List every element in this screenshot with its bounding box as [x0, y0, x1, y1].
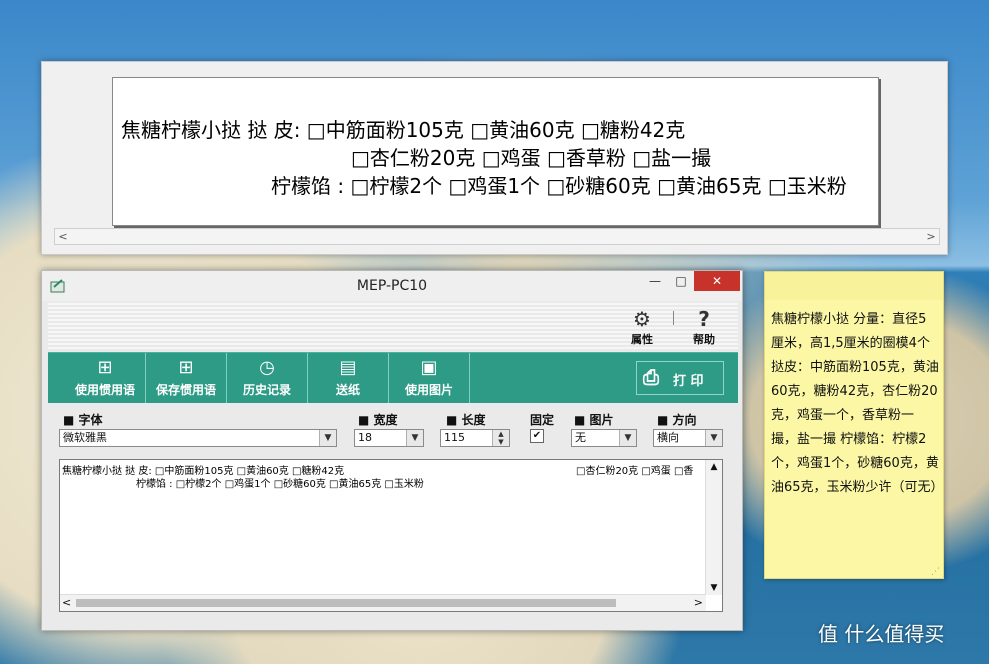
direction-value: 横向	[657, 431, 679, 444]
minimize-button[interactable]: —	[642, 271, 668, 291]
resize-grip-icon[interactable]: ⋰	[931, 567, 940, 577]
history-button[interactable]: ◷ 历史记录	[227, 353, 308, 403]
direction-label: ■ 方向	[657, 413, 697, 427]
scroll-right-icon[interactable]: >	[923, 229, 939, 244]
length-value: 115	[444, 431, 465, 444]
print-label: 打 印	[673, 374, 704, 389]
text-editor[interactable]: 焦糖柠檬小挞 挞 皮: □中筋面粉105克 □黄油60克 □糖粉42克 □杏仁粉…	[59, 459, 723, 612]
sticky-note[interactable]: 焦糖柠檬小挞 分量：直径5厘米，高1,5厘米的圈模4个 挞皮：中筋面粉105克，…	[764, 271, 944, 579]
preview-window: 焦糖柠檬小挞 挞 皮: □中筋面粉105克 □黄油60克 □糖粉42克 □杏仁粉…	[41, 61, 948, 255]
sticky-note-text: 焦糖柠檬小挞 分量：直径5厘米，高1,5厘米的圈模4个 挞皮：中筋面粉105克，…	[771, 312, 944, 495]
properties-label: 属性	[631, 333, 653, 346]
phrase-icon: ⊞	[97, 357, 113, 378]
help-label: 帮助	[693, 333, 715, 346]
use-phrase-label: 使用惯用语	[74, 383, 135, 397]
upper-toolbar: ⚙ 属性 ? 帮助	[48, 303, 738, 351]
length-label: ■ 长度	[446, 413, 486, 427]
font-select[interactable]: 微软雅黑 ▼	[59, 429, 337, 447]
label-preview-paper: 焦糖柠檬小挞 挞 皮: □中筋面粉105克 □黄油60克 □糖粉42克 □杏仁粉…	[112, 77, 879, 226]
paper-roll-icon: ▤	[339, 357, 357, 378]
font-label: ■ 字体	[63, 413, 103, 427]
scroll-up-icon[interactable]: ▲	[706, 460, 722, 474]
scroll-left-icon[interactable]: <	[55, 229, 71, 244]
width-label: ■ 宽度	[358, 413, 398, 427]
save-phrase-button[interactable]: ⊞ 保存惯用语	[146, 353, 227, 403]
scroll-down-icon[interactable]: ▼	[706, 581, 722, 595]
editor-line-2: 柠檬馅 : □柠檬2个 □鸡蛋1个 □砂糖60克 □黄油65克 □玉米粉	[136, 479, 424, 490]
history-label: 历史记录	[242, 383, 291, 397]
width-select[interactable]: 18 ▼	[354, 429, 424, 447]
window-title: MEP-PC10	[356, 278, 428, 294]
gear-icon: ⚙	[633, 307, 651, 331]
history-icon: ◷	[259, 357, 275, 378]
print-button[interactable]: ⎙ 打 印	[636, 361, 724, 395]
scroll-right-icon[interactable]: >	[694, 595, 703, 611]
fixed-checkbox[interactable]: ✔	[530, 429, 544, 443]
chevron-down-icon[interactable]: ▼	[406, 430, 423, 446]
help-icon: ?	[698, 307, 710, 331]
image-label: ■ 图片	[574, 413, 614, 427]
maximize-button[interactable]: □	[668, 271, 694, 291]
preview-horizontal-scrollbar[interactable]: < >	[54, 228, 940, 245]
use-phrase-button[interactable]: ⊞ 使用惯用语	[65, 353, 146, 403]
feed-paper-button[interactable]: ▤ 送纸	[308, 353, 389, 403]
help-button[interactable]: ? 帮助	[682, 307, 726, 351]
image-icon: ▣	[420, 357, 438, 378]
preview-line-2: □杏仁粉20克 □鸡蛋 □香草粉 □盐一撮	[351, 146, 712, 170]
properties-button[interactable]: ⚙ 属性	[620, 307, 664, 351]
main-window: MEP-PC10 — □ ✕ ⚙ 属性 ? 帮助 ⊞ 使用惯用语 ⊞ 保存惯用语…	[41, 270, 743, 631]
chevron-down-icon[interactable]: ▼	[319, 430, 336, 446]
chevron-down-icon[interactable]: ▼	[619, 430, 636, 446]
save-phrase-label: 保存惯用语	[155, 383, 216, 397]
direction-select[interactable]: 横向 ▼	[653, 429, 723, 447]
use-image-label: 使用图片	[404, 383, 453, 397]
fixed-label: 固定	[530, 413, 555, 427]
width-value: 18	[358, 431, 372, 444]
use-image-button[interactable]: ▣ 使用图片	[389, 353, 470, 403]
stepper-arrows-icon[interactable]: ▲ ▼	[492, 430, 509, 446]
chevron-down-icon[interactable]: ▼	[705, 430, 722, 446]
image-select[interactable]: 无 ▼	[571, 429, 637, 447]
editor-horizontal-scrollbar[interactable]: < >	[60, 594, 706, 611]
main-toolbar: ⊞ 使用惯用语 ⊞ 保存惯用语 ◷ 历史记录 ▤ 送纸 ▣ 使用图片 ⎙ 打 印	[48, 352, 738, 403]
length-stepper[interactable]: 115 ▲ ▼	[440, 429, 510, 447]
font-value: 微软雅黑	[63, 431, 107, 444]
close-button[interactable]: ✕	[694, 271, 740, 291]
scroll-left-icon[interactable]: <	[62, 595, 71, 611]
save-phrase-icon: ⊞	[178, 357, 194, 378]
editor-line-1-continued: □杏仁粉20克 □鸡蛋 □香	[576, 466, 694, 477]
preview-line-1: 焦糖柠檬小挞 挞 皮: □中筋面粉105克 □黄油60克 □糖粉42克	[121, 118, 686, 142]
sticky-note-header[interactable]	[765, 272, 943, 300]
title-bar[interactable]: MEP-PC10 — □ ✕	[42, 271, 742, 301]
feed-paper-label: 送纸	[335, 383, 360, 397]
scrollbar-thumb[interactable]	[76, 599, 616, 607]
watermark: 值 什么值得买	[818, 622, 945, 646]
image-value: 无	[575, 431, 586, 444]
toolbar-divider	[673, 311, 674, 325]
preview-line-3: 柠檬馅 : □柠檬2个 □鸡蛋1个 □砂糖60克 □黄油65克 □玉米粉	[271, 174, 847, 198]
printer-icon: ⎙	[643, 365, 659, 389]
editor-vertical-scrollbar[interactable]: ▲ ▼	[705, 460, 722, 595]
